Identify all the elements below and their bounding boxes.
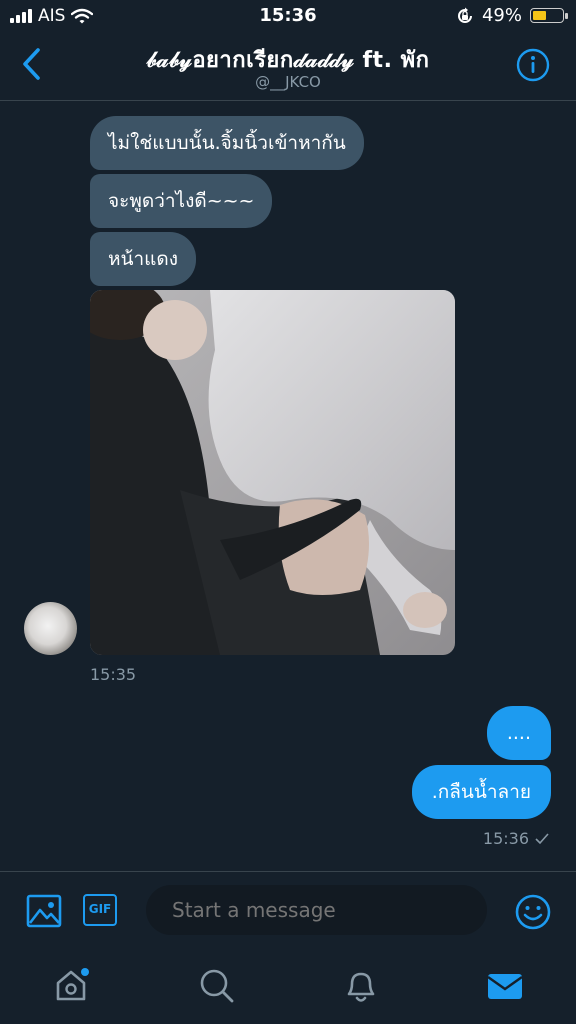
sent-message-bubble[interactable]: .กลืนน้ำลาย — [411, 765, 551, 819]
photo-image — [90, 290, 455, 655]
received-message-bubble[interactable]: หน้าแดง — [90, 232, 197, 286]
check-icon — [535, 832, 549, 844]
sent-status: 15:36 — [483, 829, 549, 848]
status-bar: AIS 15:36 49% — [0, 0, 576, 32]
tab-messages[interactable] — [485, 966, 525, 1006]
sent-message-bubble[interactable]: .... — [486, 706, 551, 760]
rotation-lock-icon — [458, 7, 472, 23]
received-photo[interactable] — [90, 290, 455, 655]
info-icon[interactable] — [516, 48, 550, 82]
received-timestamp: 15:35 — [90, 665, 137, 684]
conversation-handle: @__JKCO — [255, 73, 321, 91]
gif-button[interactable]: GIF — [83, 894, 117, 926]
battery-percent: 49% — [481, 5, 522, 26]
sent-timestamp: 15:36 — [482, 829, 529, 848]
search-icon — [200, 969, 234, 1003]
battery-icon — [530, 8, 568, 23]
message-input[interactable] — [146, 885, 487, 935]
received-message-bubble[interactable]: จะพูดว่าไงดี~~~ — [90, 174, 273, 228]
emoji-icon[interactable] — [514, 893, 552, 931]
received-message-bubble[interactable]: ไม่ใช่แบบนั้น.จิ้มนิ้วเข้าหากัน — [90, 116, 364, 170]
tab-bar — [0, 952, 576, 1024]
message-composer: GIF — [0, 871, 576, 952]
conversation-title[interactable]: 𝒷𝒶𝒷𝓎อยากเรียก𝒹𝒶𝒹𝒹𝓎 ft. พัก — [0, 42, 576, 77]
conversation-header: 𝒷𝒶𝒷𝓎อยากเรียก𝒹𝒶𝒹𝒹𝓎 ft. พัก @__JKCO — [0, 32, 576, 101]
tab-home[interactable] — [53, 966, 93, 1006]
notifications-icon — [347, 972, 375, 1002]
sender-avatar[interactable] — [24, 602, 77, 655]
image-icon[interactable] — [26, 893, 62, 929]
messages-icon — [487, 974, 523, 999]
gif-label: GIF — [88, 902, 112, 916]
battery-level — [533, 11, 546, 20]
status-right: 49% — [456, 5, 568, 26]
home-icon — [56, 968, 89, 1001]
tab-search[interactable] — [197, 966, 237, 1006]
tab-notifications[interactable] — [341, 966, 381, 1006]
